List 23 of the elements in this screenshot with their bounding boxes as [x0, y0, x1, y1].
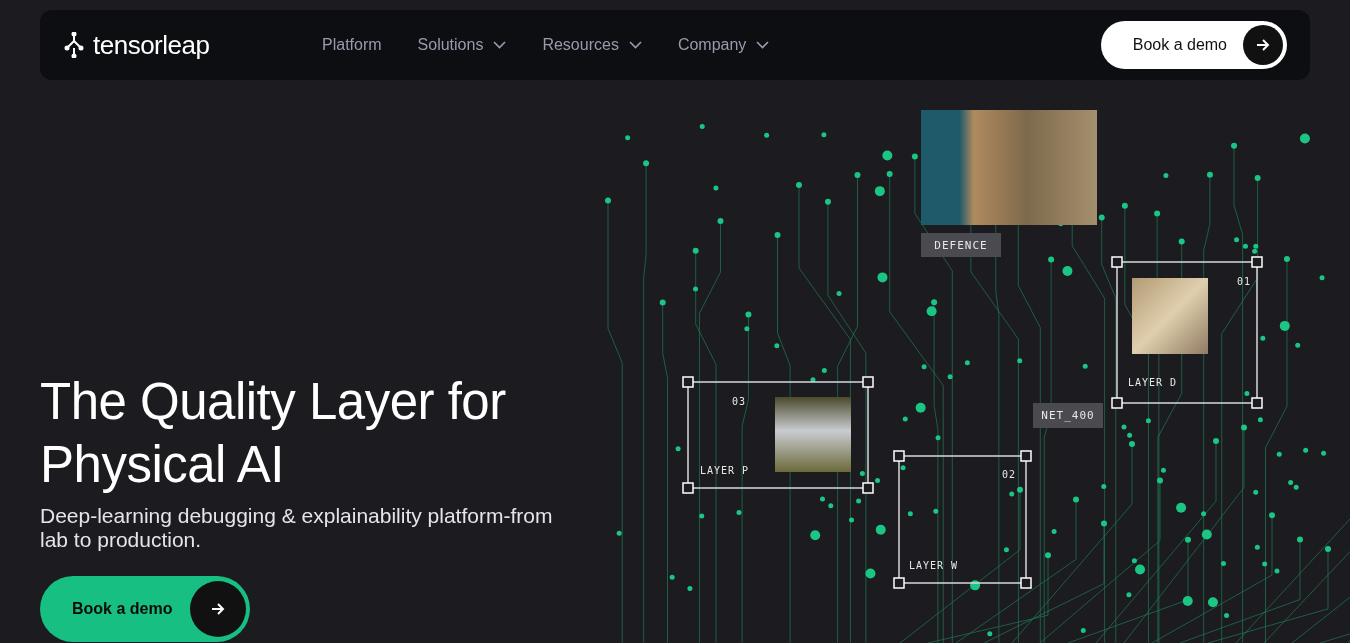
frame-number: 01 — [1237, 276, 1252, 287]
arrow-right-icon — [1256, 39, 1270, 51]
nav-link[interactable]: Company — [677, 36, 770, 54]
nav-link[interactable]: Solutions — [417, 36, 507, 54]
frame-label: LAYER D — [1128, 377, 1178, 388]
book-demo-button[interactable]: Book a demo — [1100, 21, 1287, 69]
hero-subtitle: Deep-learning debugging & explainability platform-from lab to production. — [40, 504, 554, 552]
frame-number: 02 — [1002, 469, 1017, 480]
frame-label: LAYER P — [700, 465, 750, 476]
chevron-down-icon — [628, 41, 642, 49]
book-demo-button[interactable]: Book a demo — [40, 576, 250, 642]
chevron-down-icon — [493, 41, 507, 49]
nav-link[interactable]: Resources — [542, 36, 642, 54]
brand-name: tensorleap — [93, 29, 210, 61]
hero-headline: The Quality Layer for Physical AI — [40, 372, 507, 495]
logo-icon — [63, 32, 85, 58]
nav-link[interactable]: Platform — [322, 36, 382, 54]
arrow-right-icon — [211, 603, 225, 615]
frame-number: 03 — [732, 396, 747, 407]
chevron-down-icon — [756, 41, 770, 49]
frame-label: LAYER W — [909, 560, 959, 571]
defence-tag: DEFENCE — [921, 233, 1001, 257]
net-tag: NET_400 — [1033, 403, 1103, 428]
